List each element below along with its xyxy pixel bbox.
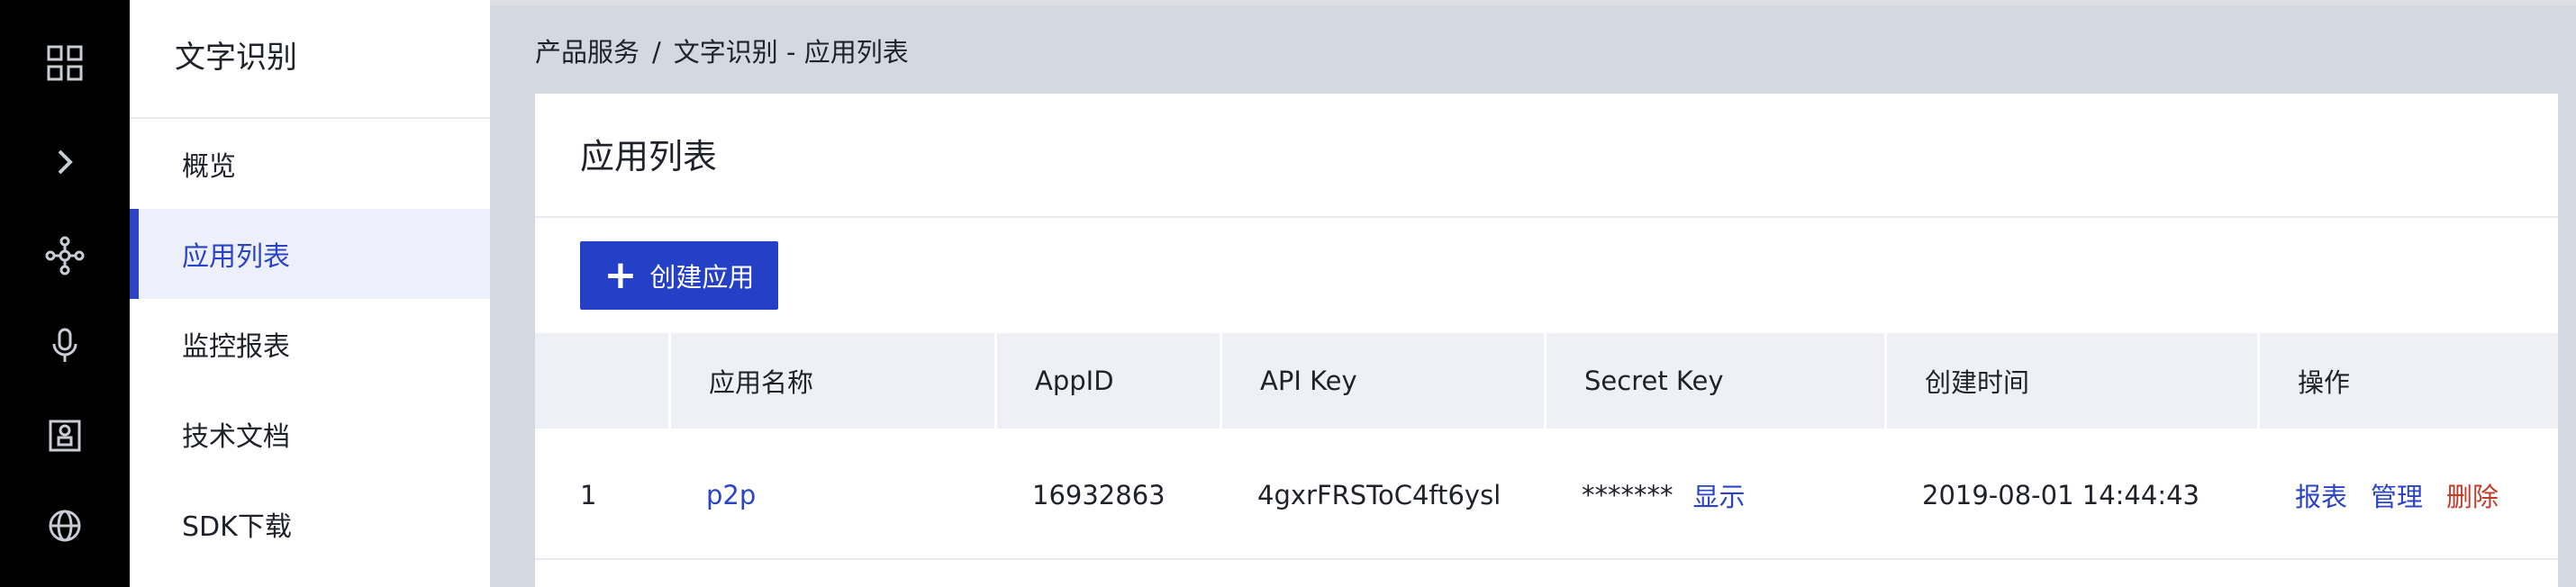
breadcrumb: 产品服务 / 文字识别 - 应用列表 (535, 34, 909, 70)
nav-item-tech-docs[interactable]: 技术文档 (130, 389, 490, 479)
column-header-index (535, 333, 668, 429)
secret-key-cell: ******* 显示 (1544, 429, 1884, 562)
network-icon[interactable] (29, 220, 101, 292)
created-time-cell: 2019-08-01 14:44:43 (1922, 480, 2200, 510)
app-name-link[interactable]: p2p (706, 480, 756, 510)
secondary-nav: 文字识别 概览 应用列表 监控报表 技术文档 SDK下载 (130, 0, 490, 587)
nav-item-label: 应用列表 (182, 241, 290, 273)
nav-item-label: 技术文档 (182, 421, 290, 453)
secret-key-masked: ******* (1582, 480, 1673, 510)
nav-title: 文字识别 (175, 40, 297, 76)
breadcrumb-root[interactable]: 产品服务 (535, 37, 639, 68)
icon-rail (0, 0, 130, 587)
show-secret-link[interactable]: 显示 (1693, 476, 1746, 514)
manage-link[interactable]: 管理 (2371, 476, 2423, 514)
nav-item-app-list[interactable]: 应用列表 (130, 209, 490, 299)
robot-icon[interactable] (29, 400, 101, 472)
breadcrumb-separator: / (652, 37, 661, 68)
breadcrumb-current: 文字识别 - 应用列表 (673, 37, 909, 68)
column-header-appid: AppID (994, 333, 1220, 429)
microphone-icon[interactable] (29, 310, 101, 382)
nav-item-label: 监控报表 (182, 331, 290, 363)
nav-item-label: SDK下载 (182, 511, 292, 543)
plus-icon: + (603, 252, 638, 298)
create-app-label: 创建应用 (649, 262, 755, 293)
column-header-api-key: API Key (1220, 333, 1544, 429)
column-header-actions: 操作 (2257, 333, 2558, 429)
table-header: 应用名称 AppID API Key Secret Key 创建时间 操作 (535, 333, 2558, 429)
globe-icon[interactable] (29, 490, 101, 562)
nav-item-overview[interactable]: 概览 (130, 119, 490, 209)
report-link[interactable]: 报表 (2295, 476, 2347, 514)
nav-item-sdk-download[interactable]: SDK下载 (130, 479, 490, 569)
column-header-name: 应用名称 (668, 333, 994, 429)
title-divider (535, 216, 2558, 218)
nav-item-monitor-report[interactable]: 监控报表 (130, 299, 490, 389)
app-name-cell: p2p (668, 429, 994, 562)
row-divider (535, 558, 2558, 560)
main-card: 应用列表 + 创建应用 应用名称 AppID API Key Secret Ke… (535, 94, 2558, 587)
table-row: 1 p2p 16932863 4gxrFRSToC4ft6ysl *******… (535, 429, 2558, 562)
column-header-secret-key: Secret Key (1544, 333, 1884, 429)
column-header-created: 创建时间 (1884, 333, 2257, 429)
create-app-button[interactable]: + 创建应用 (580, 241, 778, 310)
app-id-cell: 16932863 (1032, 480, 1166, 510)
api-key-cell: 4gxrFRSToC4ft6ysl (1257, 480, 1501, 510)
grid-icon[interactable] (29, 27, 101, 99)
nav-item-label: 概览 (182, 151, 236, 183)
chevron-right-icon[interactable] (29, 126, 101, 198)
delete-link[interactable]: 删除 (2446, 476, 2499, 514)
page-title: 应用列表 (580, 137, 718, 176)
row-index: 1 (580, 480, 597, 510)
actions-cell: 报表 管理 删除 (2257, 429, 2558, 562)
